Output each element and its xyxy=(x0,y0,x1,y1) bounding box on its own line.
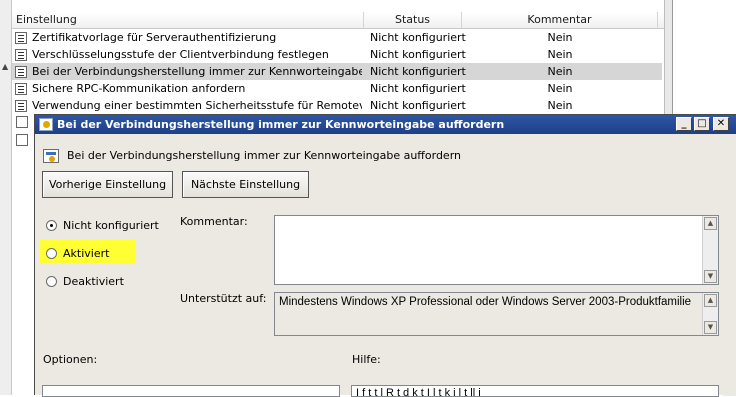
scroll-up-icon[interactable]: ▲ xyxy=(704,294,717,307)
dialog-titlebar[interactable]: Bei der Verbindungsherstellung immer zur… xyxy=(35,115,736,134)
radio-enabled[interactable]: Aktiviert xyxy=(46,246,136,262)
row-name: Zertifikatvorlage für Serverauthentifizi… xyxy=(32,31,277,44)
row-status: Nicht konfiguriert xyxy=(370,82,466,95)
row-comment: Nein xyxy=(547,48,573,61)
supported-on-field: Mindestens Windows XP Professional oder … xyxy=(274,292,719,336)
column-header-status[interactable]: Status xyxy=(364,12,462,29)
radio-disabled[interactable]: Deaktiviert xyxy=(46,274,136,290)
row-status: Nicht konfiguriert xyxy=(370,99,466,112)
comment-textarea[interactable]: ▲ ▼ xyxy=(274,215,719,285)
policy-setting-icon xyxy=(15,49,27,61)
row-name: Verschlüsselungsstufe der Clientverbindu… xyxy=(32,48,329,61)
radio-not-configured[interactable]: Nicht konfiguriert xyxy=(46,218,176,234)
table-row[interactable]: Sichere RPC-Kommunikation anfordern Nich… xyxy=(12,80,662,97)
policy-setting-icon xyxy=(15,66,27,78)
radio-label: Aktiviert xyxy=(63,247,110,260)
comment-scrollbar[interactable]: ▲ ▼ xyxy=(702,216,718,284)
row-comment: Nein xyxy=(547,31,573,44)
next-setting-button[interactable]: Nächste Einstellung xyxy=(182,171,309,198)
policy-setting-icon xyxy=(15,32,27,44)
minimize-button[interactable]: _ xyxy=(676,117,692,131)
navigation-pane-edge: ▲ xyxy=(0,0,12,395)
radio-dot-selected[interactable] xyxy=(46,220,57,231)
policy-setting-icon xyxy=(43,149,59,163)
row-status: Nicht konfiguriert xyxy=(370,31,466,44)
policy-setting-icon[interactable] xyxy=(16,134,28,146)
help-text: I f t t l R t d k t I l t k i l t ll i xyxy=(356,387,481,397)
radio-label: Nicht konfiguriert xyxy=(63,219,159,232)
table-row[interactable]: Zertifikatvorlage für Serverauthentifizi… xyxy=(12,29,662,46)
dialog-title: Bei der Verbindungsherstellung immer zur… xyxy=(57,118,505,131)
scroll-down-icon[interactable]: ▼ xyxy=(704,321,717,334)
scroll-up-arrow-icon[interactable]: ▲ xyxy=(2,62,8,71)
table-row-selected[interactable]: Bei der Verbindungsherstellung immer zur… xyxy=(12,63,662,80)
column-header-kommentar[interactable]: Kommentar xyxy=(462,12,658,29)
close-button[interactable]: ✕ xyxy=(713,117,729,131)
scroll-down-icon[interactable]: ▼ xyxy=(704,270,717,283)
setting-header-text: Bei der Verbindungsherstellung immer zur… xyxy=(67,149,461,162)
policy-setting-icon[interactable] xyxy=(16,116,28,128)
dialog-right-edge xyxy=(723,134,736,396)
scroll-up-icon[interactable]: ▲ xyxy=(704,217,717,230)
help-panel: I f t t l R t d k t I l t k i l t ll i xyxy=(351,385,719,397)
radio-dot[interactable] xyxy=(46,248,57,259)
comment-label: Kommentar: xyxy=(180,215,248,228)
row-name: Bei der Verbindungsherstellung immer zur… xyxy=(32,65,362,78)
maximize-button[interactable]: □ xyxy=(694,117,710,131)
policy-setting-icon xyxy=(15,83,27,95)
radio-dot[interactable] xyxy=(46,276,57,287)
row-name: Verwendung einer bestimmten Sicherheitss… xyxy=(32,99,362,112)
column-header-einstellung[interactable]: Einstellung xyxy=(12,12,364,29)
row-comment: Nein xyxy=(547,82,573,95)
options-label: Optionen: xyxy=(43,353,98,366)
list-vertical-scrollbar[interactable] xyxy=(664,0,672,118)
help-label: Hilfe: xyxy=(352,353,381,366)
options-panel xyxy=(42,385,340,397)
row-status: Nicht konfiguriert xyxy=(370,65,466,78)
policy-dialog-icon xyxy=(39,118,53,131)
previous-setting-button[interactable]: Vorherige Einstellung xyxy=(42,171,173,198)
list-header: Einstellung Status Kommentar xyxy=(12,12,664,29)
policy-setting-icon xyxy=(15,100,27,112)
table-row[interactable]: Verwendung einer bestimmten Sicherheitss… xyxy=(12,97,662,114)
policy-list: Einstellung Status Kommentar Zertifikatv… xyxy=(12,12,664,128)
row-name: Sichere RPC-Kommunikation anfordern xyxy=(32,82,246,95)
list-top-strip xyxy=(12,0,664,12)
policy-setting-dialog: Bei der Verbindungsherstellung immer zur… xyxy=(34,114,736,397)
supported-on-value: Mindestens Windows XP Professional oder … xyxy=(279,296,692,308)
row-comment: Nein xyxy=(547,65,573,78)
right-pane-edge xyxy=(672,0,736,118)
supported-on-label: Unterstützt auf: xyxy=(180,292,267,305)
row-status: Nicht konfiguriert xyxy=(370,48,466,61)
row-comment: Nein xyxy=(547,99,573,112)
radio-label: Deaktiviert xyxy=(63,275,124,288)
supported-scrollbar[interactable]: ▲ ▼ xyxy=(702,293,718,335)
table-row[interactable]: Verschlüsselungsstufe der Clientverbindu… xyxy=(12,46,662,63)
